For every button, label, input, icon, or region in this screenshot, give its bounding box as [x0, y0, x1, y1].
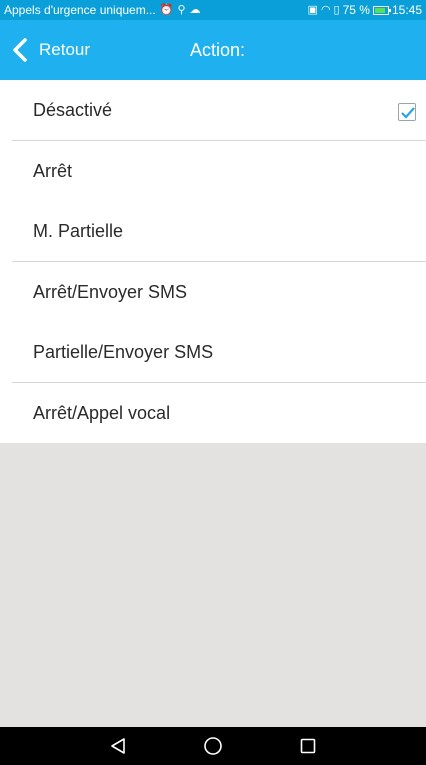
- option-label: Arrêt: [33, 160, 73, 181]
- notification-text: Appels d'urgence uniquem...: [4, 3, 156, 17]
- clock: 15:45: [391, 3, 422, 17]
- battery-icon: [372, 5, 391, 15]
- option-partielle-envoyer-sms[interactable]: Partielle/Envoyer SMS: [0, 322, 426, 382]
- chevron-left-icon: [13, 38, 27, 62]
- vibrate-icon: ▯: [333, 3, 340, 16]
- option-label: Arrêt/Appel vocal: [33, 402, 171, 423]
- back-button[interactable]: Retour: [0, 20, 90, 80]
- wifi-icon: ◠: [320, 3, 331, 16]
- back-triangle-icon: [110, 738, 125, 754]
- option-m-partielle[interactable]: M. Partielle: [0, 201, 426, 261]
- option-label: Partielle/Envoyer SMS: [33, 341, 214, 362]
- navigation-bar: [0, 727, 426, 765]
- usb-icon: ⚲: [177, 3, 186, 16]
- page-title: Action:: [190, 40, 246, 60]
- option-label: M. Partielle: [33, 220, 124, 241]
- home-circle-icon: [204, 737, 222, 755]
- battery-percent: 75 %: [342, 3, 370, 17]
- back-label: Retour: [39, 40, 91, 59]
- options-list: Désactivé Arrêt M. Partielle Arrêt/Envoy…: [0, 80, 426, 443]
- nav-recents-button[interactable]: [289, 727, 327, 765]
- status-bar: Appels d'urgence uniquem... ⏰ ⚲ ☁ ▣ ◠ ▯ …: [0, 0, 426, 20]
- status-right: ▣ ◠ ▯ 75 % 15:45: [308, 3, 422, 17]
- option-label: Désactivé: [33, 99, 113, 120]
- option-label: Arrêt/Envoyer SMS: [33, 281, 188, 302]
- alarm-icon: ⏰: [159, 3, 174, 16]
- header: Retour Action:: [0, 20, 426, 80]
- nav-back-button[interactable]: [99, 727, 137, 765]
- option-arret[interactable]: Arrêt: [0, 141, 426, 201]
- nfc-icon: ▣: [307, 3, 318, 16]
- nav-home-button[interactable]: [194, 727, 232, 765]
- option-desactive[interactable]: Désactivé: [0, 80, 426, 140]
- status-left: Appels d'urgence uniquem... ⏰ ⚲ ☁: [4, 3, 201, 17]
- cloud-icon: ☁: [189, 3, 201, 16]
- option-arret-appel-vocal[interactable]: Arrêt/Appel vocal: [0, 383, 426, 443]
- option-arret-envoyer-sms[interactable]: Arrêt/Envoyer SMS: [0, 262, 426, 322]
- checkbox-checked-icon[interactable]: [398, 103, 416, 121]
- check-icon: [401, 107, 415, 119]
- recents-square-icon: [301, 738, 316, 754]
- screen: Appels d'urgence uniquem... ⏰ ⚲ ☁ ▣ ◠ ▯ …: [0, 0, 426, 765]
